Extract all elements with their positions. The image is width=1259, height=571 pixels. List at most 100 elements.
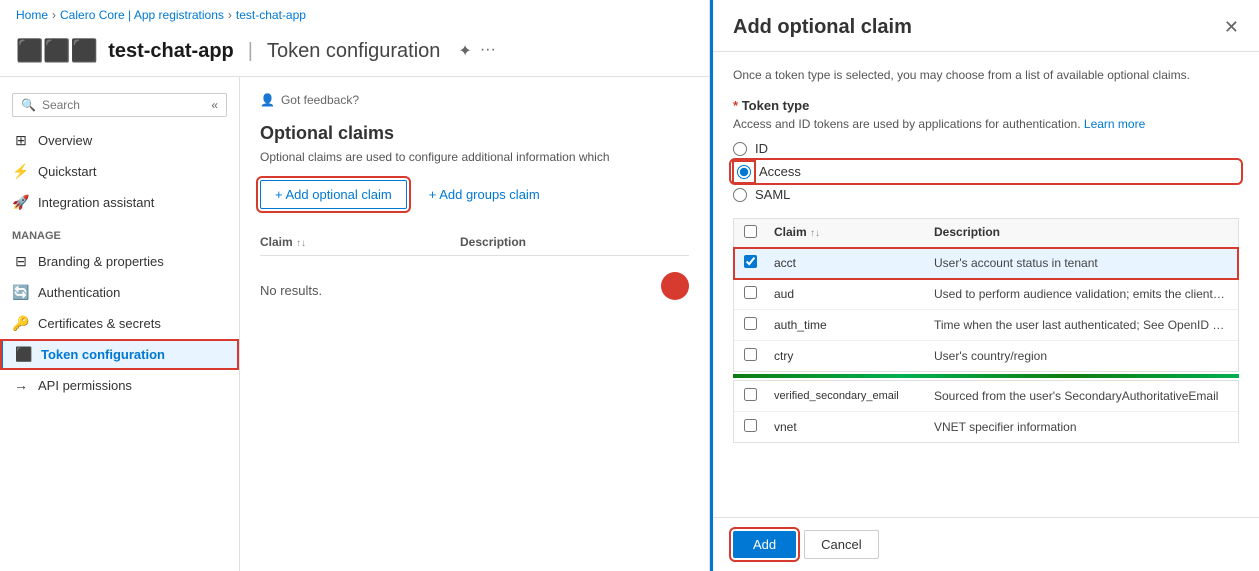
feedback-text: Got feedback?	[281, 93, 359, 107]
claim-check-auth-time[interactable]	[744, 317, 757, 330]
claim-row-auth-time: auth_time Time when the user last authen…	[734, 310, 1238, 341]
radio-saml[interactable]: SAML	[733, 187, 1239, 202]
claim-label-vnet: vnet	[774, 420, 934, 434]
quickstart-icon: ⚡	[12, 163, 30, 180]
sidebar-item-branding[interactable]: ⊟ Branding & properties	[0, 246, 239, 277]
content-area: 👤 Got feedback? Optional claims Optional…	[240, 77, 709, 571]
claim-check-vnet[interactable]	[744, 419, 757, 432]
radio-access[interactable]: Access	[733, 162, 1239, 181]
sidebar-item-overview[interactable]: ⊞ Overview	[0, 125, 239, 156]
certificates-icon: 🔑	[12, 315, 30, 332]
claim-check-aud[interactable]	[744, 286, 757, 299]
radio-id[interactable]: ID	[733, 141, 1239, 156]
radio-access-input[interactable]	[737, 165, 751, 179]
breadcrumb-app-registrations[interactable]: Calero Core | App registrations	[60, 8, 224, 22]
sidebar-item-token-configuration[interactable]: ⬛ Token configuration	[0, 339, 239, 370]
collapse-icon[interactable]: «	[211, 98, 218, 112]
sidebar-item-label: Certificates & secrets	[38, 316, 161, 331]
modal-footer: Add Cancel	[713, 517, 1259, 571]
radio-id-input[interactable]	[733, 142, 747, 156]
app-name: test-chat-app	[108, 40, 234, 63]
col-desc-header: Description	[460, 235, 689, 249]
sidebar-item-label: Overview	[38, 133, 92, 148]
content-description: Optional claims are used to configure ad…	[260, 150, 689, 164]
modal-body: Once a token type is selected, you may c…	[713, 52, 1259, 517]
feedback-bar: 👤 Got feedback?	[260, 93, 689, 107]
claim-check-acct[interactable]	[744, 255, 757, 268]
claim-label-acct: acct	[774, 256, 934, 270]
modal-title: Add optional claim	[733, 16, 912, 39]
pin-icon[interactable]: ✦	[458, 41, 471, 61]
sidebar-item-label: Quickstart	[38, 164, 97, 179]
more-icon[interactable]: ···	[480, 41, 496, 61]
claims-table-header: Claim ↑↓ Description	[260, 229, 689, 256]
left-panel: Home › Calero Core | App registrations ›…	[0, 0, 710, 571]
search-box: 🔍 «	[12, 93, 227, 117]
cancel-button[interactable]: Cancel	[804, 530, 878, 559]
token-icon: ⬛	[15, 346, 33, 363]
col-claim-header: Claim ↑↓	[260, 235, 460, 249]
sidebar-item-label: Authentication	[38, 285, 120, 300]
claim-row-ctry: ctry User's country/region	[734, 341, 1238, 371]
bottom-claims-table: verified_secondary_email Sourced from th…	[733, 380, 1239, 443]
sidebar-item-quickstart[interactable]: ⚡ Quickstart	[0, 156, 239, 187]
select-all-checkbox[interactable]	[744, 225, 757, 238]
token-type-description: Access and ID tokens are used by applica…	[733, 117, 1239, 131]
add-optional-claim-button[interactable]: + Add optional claim	[260, 180, 407, 209]
header-actions: ✦ ···	[458, 41, 495, 61]
action-bar: + Add optional claim + Add groups claim	[260, 180, 689, 209]
sidebar-item-authentication[interactable]: 🔄 Authentication	[0, 277, 239, 308]
claim-desc-aud: Used to perform audience validation; emi…	[934, 287, 1228, 301]
claim-desc-auth-time: Time when the user last authenticated; S…	[934, 318, 1228, 332]
claim-desc-verified: Sourced from the user's SecondaryAuthori…	[934, 389, 1228, 403]
search-input[interactable]	[42, 98, 201, 112]
sidebar-item-label: API permissions	[38, 378, 132, 393]
branding-icon: ⊟	[12, 253, 30, 270]
modal-panel: Add optional claim ✕ Once a token type i…	[710, 0, 1259, 571]
claim-label-auth-time: auth_time	[774, 318, 934, 332]
add-button[interactable]: Add	[733, 531, 796, 558]
app-header: ⬛⬛⬛ test-chat-app | Token configuration …	[0, 30, 709, 77]
modal-intro: Once a token type is selected, you may c…	[733, 68, 1239, 82]
api-icon: →	[12, 377, 30, 393]
learn-more-link[interactable]: Learn more	[1084, 117, 1145, 131]
authentication-icon: 🔄	[12, 284, 30, 301]
sidebar-item-label: Branding & properties	[38, 254, 164, 269]
claim-row-verified-secondary-email: verified_secondary_email Sourced from th…	[734, 381, 1238, 412]
claim-row-aud: aud Used to perform audience validation;…	[734, 279, 1238, 310]
page-title: Token configuration	[267, 40, 440, 63]
radio-access-label: Access	[759, 164, 801, 179]
sidebar-item-label: Token configuration	[41, 347, 165, 362]
radio-id-label: ID	[755, 141, 768, 156]
modal-header: Add optional claim ✕	[713, 0, 1259, 52]
feedback-icon: 👤	[260, 93, 275, 107]
add-groups-claim-button[interactable]: + Add groups claim	[415, 181, 554, 208]
overview-icon: ⊞	[12, 132, 30, 149]
claims-table-header: Claim ↑↓ Description	[734, 219, 1238, 248]
claim-desc-vnet: VNET specifier information	[934, 420, 1228, 434]
integration-icon: 🚀	[12, 194, 30, 211]
claim-label-aud: aud	[774, 287, 934, 301]
content-title: Optional claims	[260, 123, 689, 144]
breadcrumb-home[interactable]: Home	[16, 8, 48, 22]
radio-saml-label: SAML	[755, 187, 790, 202]
search-icon: 🔍	[21, 98, 36, 112]
sidebar-item-certificates[interactable]: 🔑 Certificates & secrets	[0, 308, 239, 339]
breadcrumb-current[interactable]: test-chat-app	[236, 8, 306, 22]
sidebar-item-api-permissions[interactable]: → API permissions	[0, 370, 239, 400]
modal-close-button[interactable]: ✕	[1224, 17, 1239, 38]
claim-check-ctry[interactable]	[744, 348, 757, 361]
breadcrumb: Home › Calero Core | App registrations ›…	[0, 0, 709, 30]
main-layout: 🔍 « ⊞ Overview ⚡ Quickstart 🚀 Integratio…	[0, 77, 709, 571]
claim-check-verified[interactable]	[744, 388, 757, 401]
claim-row-vnet: vnet VNET specifier information	[734, 412, 1238, 442]
app-icon: ⬛⬛⬛	[16, 38, 98, 64]
desc-col-header: Description	[934, 225, 1228, 241]
token-type-label: * Token type	[733, 98, 1239, 113]
sidebar-item-label: Integration assistant	[38, 195, 154, 210]
table-separator	[733, 374, 1239, 378]
radio-saml-input[interactable]	[733, 188, 747, 202]
claim-desc-ctry: User's country/region	[934, 349, 1228, 363]
sidebar-item-integration[interactable]: 🚀 Integration assistant	[0, 187, 239, 218]
claim-label-verified: verified_secondary_email	[774, 390, 934, 402]
